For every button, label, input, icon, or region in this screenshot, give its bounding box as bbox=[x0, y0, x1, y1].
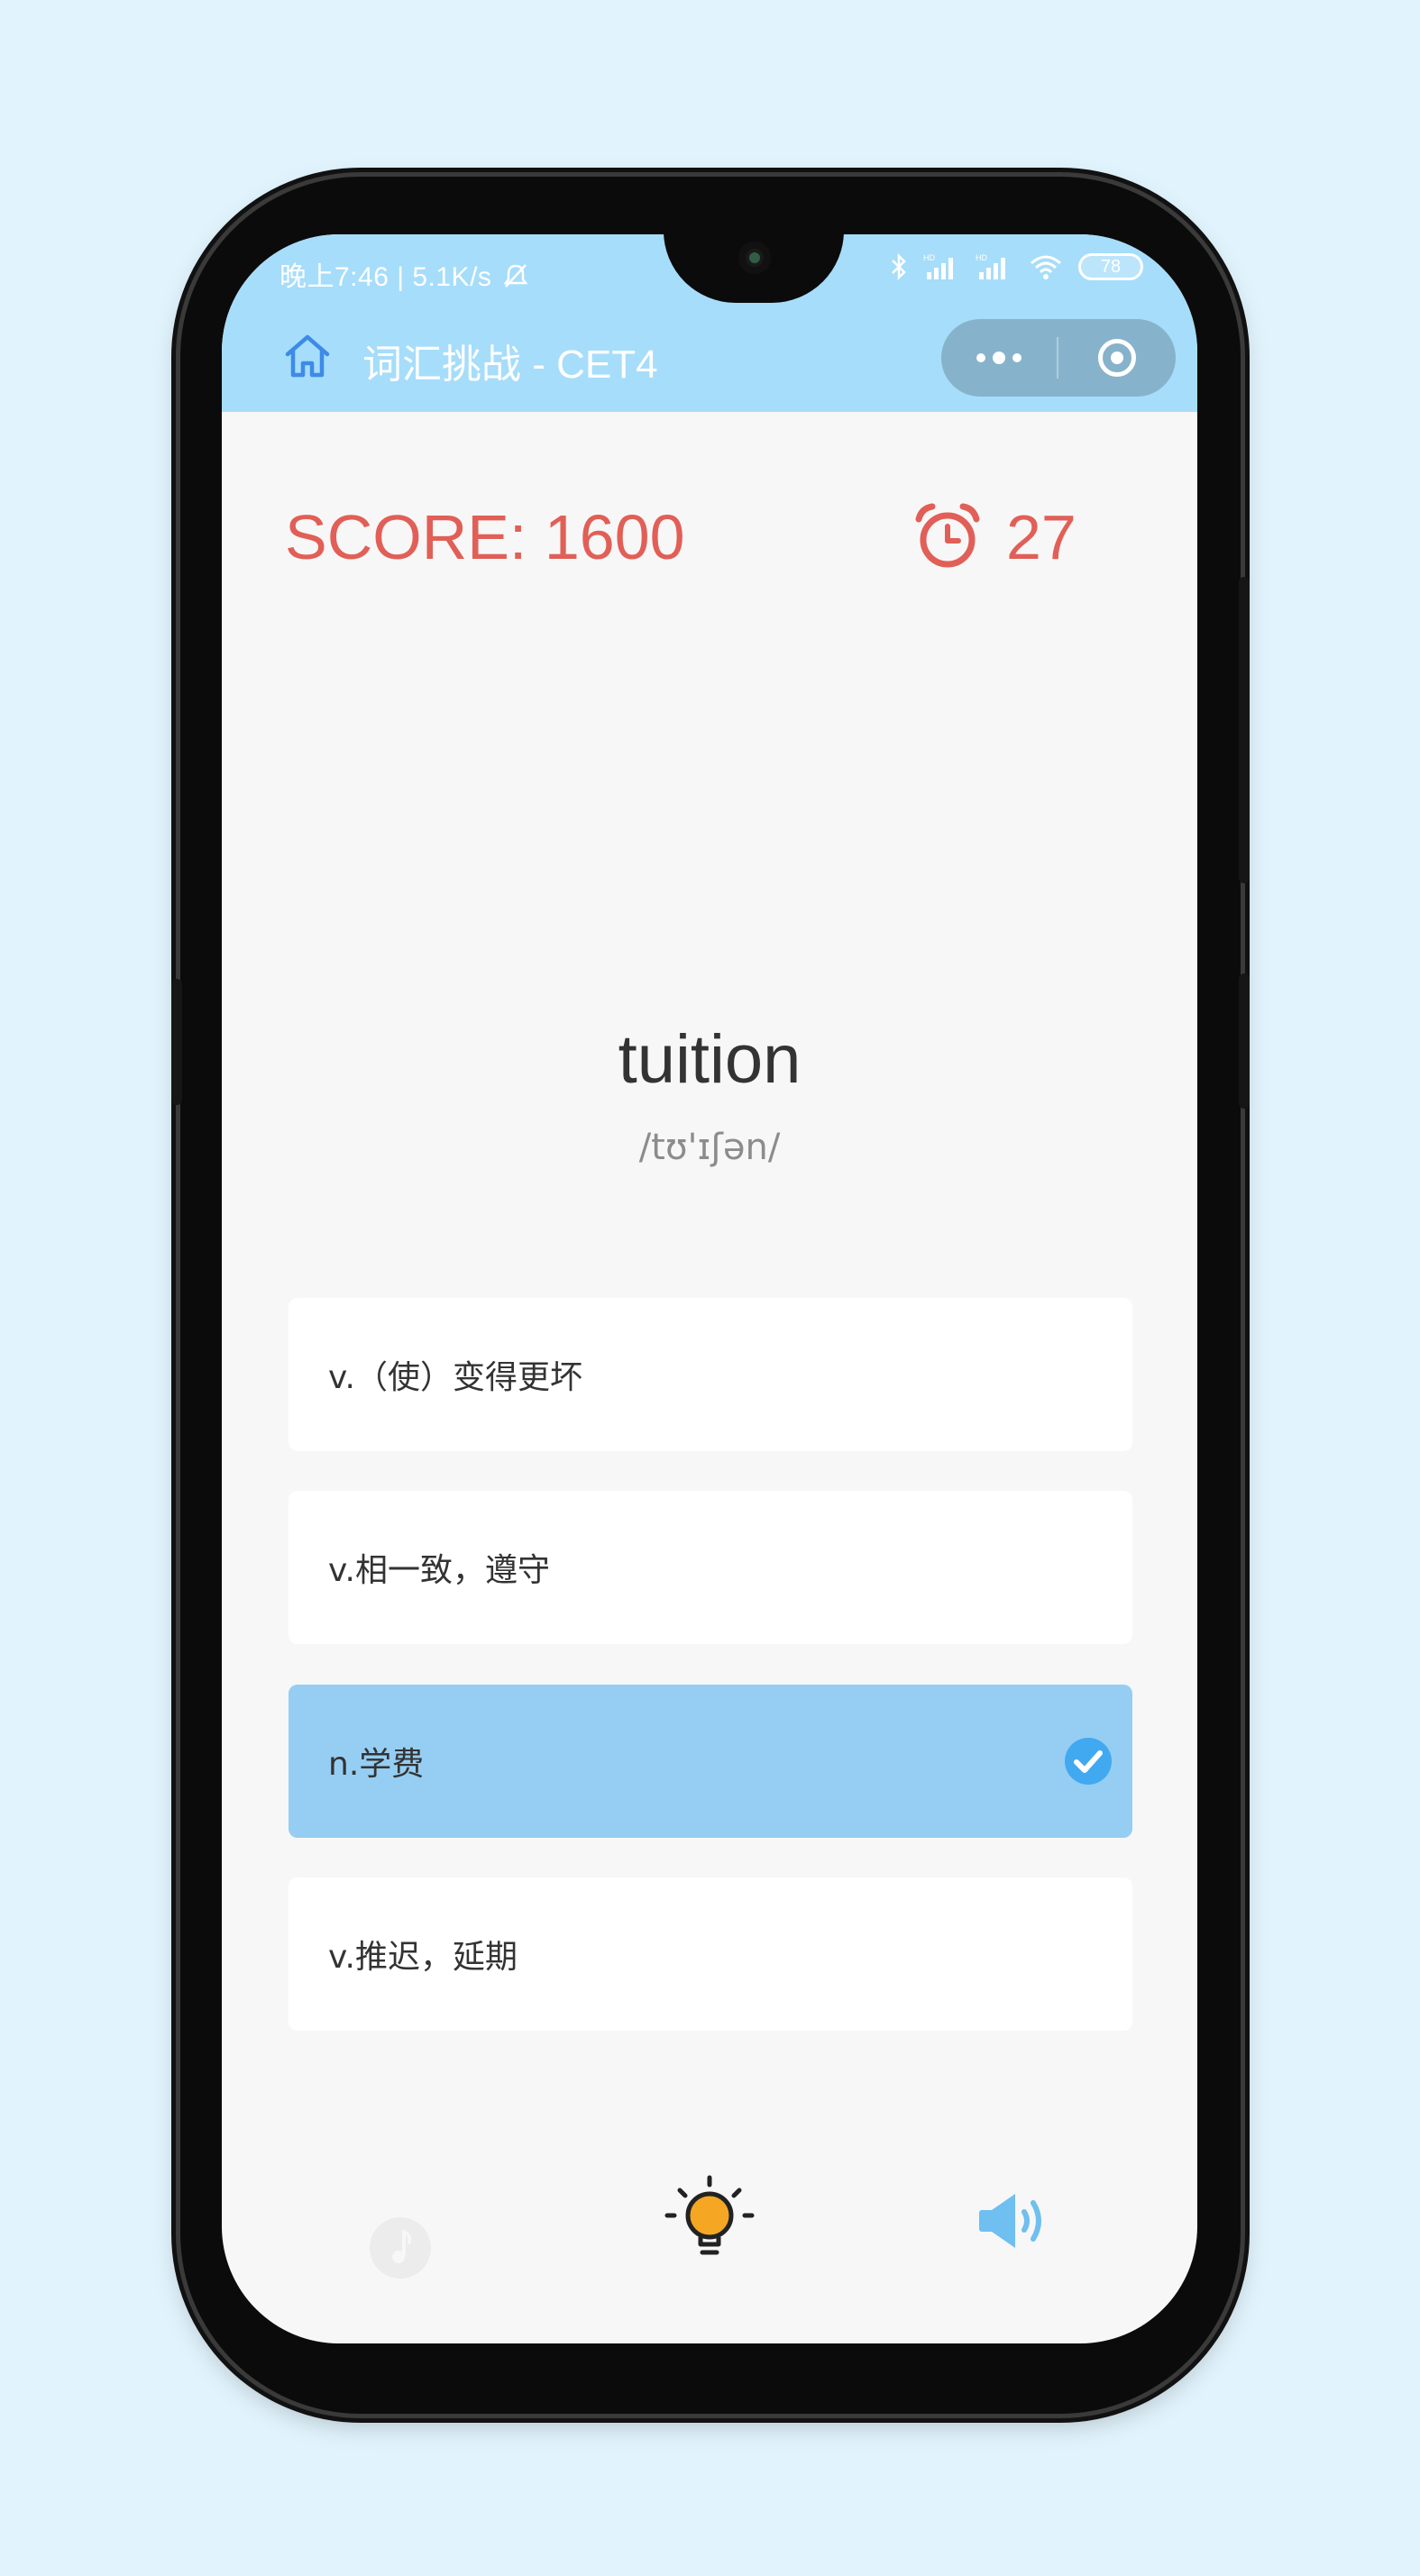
front-camera bbox=[738, 242, 771, 274]
signal-hd-icon-1: HD bbox=[923, 253, 953, 279]
target-close-icon bbox=[1098, 339, 1136, 377]
status-bar-right: HD HD 78 bbox=[889, 252, 1143, 281]
mini-program-capsule bbox=[941, 319, 1176, 397]
mute-alarm-icon bbox=[503, 264, 528, 288]
bluetooth-icon bbox=[892, 252, 906, 281]
signal-hd-icon-2: HD bbox=[976, 253, 1005, 279]
volume-up-button bbox=[1239, 577, 1250, 883]
battery-level: 78 bbox=[1100, 256, 1122, 277]
answer-option-1[interactable]: v.（使）变得更坏 bbox=[289, 1298, 1132, 1451]
power-button bbox=[1239, 973, 1250, 1109]
close-mini-program-button[interactable] bbox=[1058, 319, 1176, 397]
answer-option-2[interactable]: v.相一致，遵守 bbox=[289, 1491, 1132, 1644]
more-dot-icon bbox=[993, 352, 1005, 364]
answer-option-label: v.推迟，延期 bbox=[328, 1939, 518, 1976]
music-note-icon[interactable] bbox=[368, 2215, 433, 2280]
countdown-timer: 27 bbox=[1006, 502, 1076, 572]
wifi-icon bbox=[1031, 255, 1061, 279]
home-icon[interactable] bbox=[281, 330, 334, 382]
svg-text:HD: HD bbox=[976, 253, 987, 262]
screen: 晚上7:46 | 5.1K/s HD HD 78 词汇挑战 - CET4 SCO… bbox=[222, 234, 1197, 2343]
check-circle-icon bbox=[1065, 1738, 1112, 1785]
answer-option-4[interactable]: v.推迟，延期 bbox=[289, 1877, 1132, 2031]
score-display: SCORE: 1600 bbox=[285, 502, 685, 572]
speaker-icon[interactable] bbox=[976, 2188, 1055, 2253]
status-time-network: 晚上7:46 | 5.1K/s bbox=[279, 262, 492, 292]
status-bar-left: 晚上7:46 | 5.1K/s bbox=[279, 254, 530, 294]
alarm-clock-icon bbox=[915, 503, 980, 568]
page-title: 词汇挑战 - CET4 bbox=[362, 343, 658, 387]
vocabulary-word: tuition bbox=[618, 1021, 802, 1098]
answer-option-label: v.相一致，遵守 bbox=[328, 1552, 550, 1589]
side-button-left bbox=[171, 979, 182, 1105]
phonetic-transcription: /tʊ'ɪʃən/ bbox=[638, 1127, 781, 1168]
svg-text:HD: HD bbox=[923, 253, 935, 262]
answer-option-label: n.学费 bbox=[328, 1746, 425, 1783]
answer-option-3-selected[interactable]: n.学费 bbox=[289, 1685, 1132, 1838]
answer-option-label: v.（使）变得更坏 bbox=[328, 1359, 582, 1396]
battery-icon: 78 bbox=[1078, 253, 1143, 280]
more-dot-icon bbox=[976, 353, 985, 362]
more-menu-button[interactable] bbox=[941, 319, 1057, 397]
more-dot-icon bbox=[1012, 353, 1021, 362]
lightbulb-hint-icon[interactable] bbox=[662, 2172, 757, 2268]
